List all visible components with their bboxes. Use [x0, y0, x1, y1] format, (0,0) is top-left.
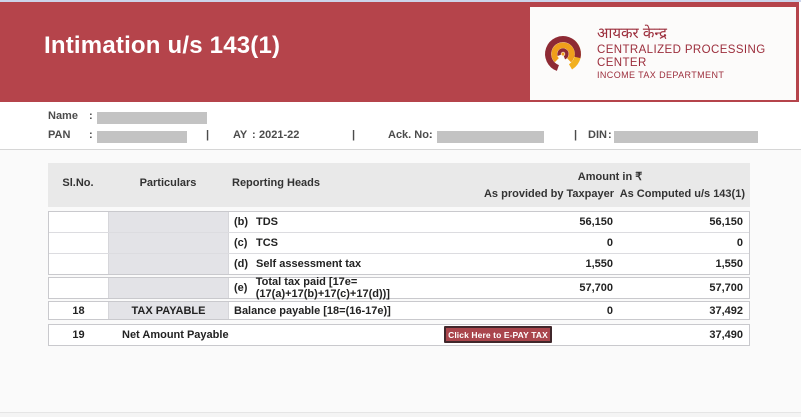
redacted-din-value	[614, 131, 758, 143]
page-title: Intimation u/s 143(1)	[44, 32, 281, 59]
table-section-tax-payable: 18 TAX PAYABLE Balance payable [18=(16-1…	[48, 301, 750, 320]
amount-as-computed: 37,492	[709, 304, 743, 317]
name-label: Name	[48, 110, 78, 122]
redacted-name-value	[97, 112, 207, 124]
epay-tax-button[interactable]: Click Here to E-PAY TAX	[444, 326, 552, 343]
table-row: (d) Self assessment tax 1,550 1,550	[49, 253, 749, 274]
din-label: DIN	[588, 129, 607, 141]
row-code: (e)	[234, 282, 248, 294]
ay-value: 2021-22	[259, 129, 300, 141]
ay-colon: :	[252, 129, 256, 141]
taxpayer-info-bar: Name : PAN : | AY : 2021-22 | Ack. No. :…	[0, 102, 801, 150]
table-section-total-tax-paid: (e) Total tax paid [17e=(17(a)+17(b)+17(c…	[48, 276, 750, 300]
col-header-amount-group: Amount in ₹	[577, 171, 643, 183]
table-section-net-amount-payable: 19 Net Amount Payable 37,490 Click Here …	[48, 324, 750, 346]
cpc-logo-box: आयकर केन्द्र CENTRALIZED PROCESSING CENT…	[530, 7, 796, 100]
amount-as-computed: 0	[736, 237, 743, 249]
separator: |	[206, 129, 210, 141]
table-header: Sl.No. Particulars Reporting Heads Amoun…	[48, 163, 750, 207]
ack-no-label: Ack. No.	[388, 129, 433, 141]
amount-as-provided: 1,550	[585, 258, 613, 270]
row-head-label: Balance payable [18=(16-17e)]	[234, 304, 391, 317]
tax-computation-table: Sl.No. Particulars Reporting Heads Amoun…	[48, 163, 750, 346]
redacted-pan-value	[97, 131, 187, 143]
amount-as-provided: 57,700	[579, 282, 613, 294]
table-row: (e) Total tax paid [17e=(17(a)+17(b)+17(c…	[49, 276, 749, 300]
row-particulars: Net Amount Payable	[122, 329, 229, 341]
amount-as-computed: 57,700	[709, 282, 743, 294]
pan-label: PAN	[48, 129, 71, 141]
row-code: (c)	[234, 237, 248, 249]
amount-as-provided: 0	[606, 304, 613, 317]
row-head-label: Self assessment tax	[256, 258, 362, 270]
table-row: 18 TAX PAYABLE Balance payable [18=(16-1…	[49, 302, 749, 319]
logo-center-name: CENTRALIZED PROCESSING CENTER	[597, 44, 766, 69]
amount-as-provided: 0	[606, 237, 613, 249]
window-bottom-edge	[0, 412, 801, 417]
row-head-label: Total tax paid [17e=(17(a)+17(b)+17(c)+1…	[255, 276, 390, 300]
table-section-taxes-paid: (b) TDS 56,150 56,150 (c) TCS 0 0 (d) Self …	[48, 211, 750, 275]
separator: |	[574, 129, 578, 141]
din-colon: :	[608, 129, 612, 141]
row-head-label: TDS	[256, 216, 278, 228]
name-colon: :	[89, 110, 93, 122]
logo-dept-name: INCOME TAX DEPARTMENT	[597, 70, 725, 81]
col-header-as-computed: As Computed u/s 143(1)	[619, 188, 745, 200]
separator: |	[352, 129, 356, 141]
cpc-swirl-icon	[545, 35, 581, 72]
redacted-ack-no-value	[437, 131, 544, 143]
col-header-slno: Sl.No.	[62, 177, 94, 189]
ack-colon: :	[429, 129, 433, 141]
row-code: (d)	[234, 258, 249, 270]
table-row: (c) TCS 0 0	[49, 232, 749, 253]
row-slno: 18	[49, 302, 109, 319]
amount-as-computed: 1,550	[715, 258, 743, 270]
col-header-as-provided: As provided by Taxpayer	[483, 188, 614, 200]
amount-as-computed: 56,150	[709, 216, 743, 228]
pan-colon: :	[89, 129, 93, 141]
row-code: (b)	[234, 216, 249, 228]
row-particulars: TAX PAYABLE	[109, 302, 229, 319]
ay-label: AY	[233, 129, 248, 141]
amount-as-computed: 37,490	[709, 329, 743, 341]
col-header-reporting-heads: Reporting Heads	[232, 177, 321, 189]
row-slno: 19	[72, 329, 85, 341]
row-head-label: TCS	[256, 237, 278, 249]
amount-as-provided: 56,150	[579, 216, 613, 228]
table-row: 19 Net Amount Payable 37,490 Click Here …	[49, 325, 749, 345]
col-header-particulars: Particulars	[139, 177, 197, 189]
table-row: (b) TDS 56,150 56,150	[49, 212, 749, 232]
logo-hindi-text: आयकर केन्द्र	[597, 24, 667, 42]
header-banner: Intimation u/s 143(1) आयकर केन्द्र CENTR…	[0, 2, 799, 102]
